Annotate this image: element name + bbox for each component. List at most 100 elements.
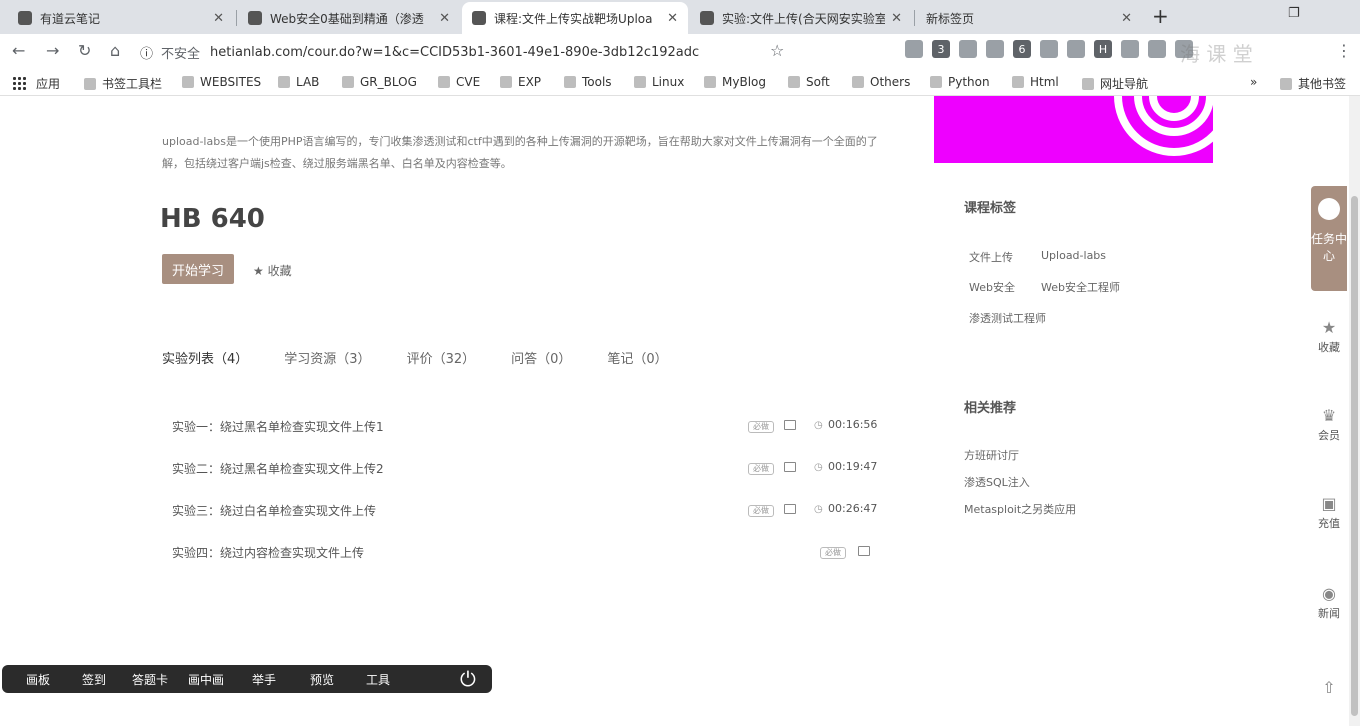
required-badge: 必做: [748, 421, 774, 433]
news-button[interactable]: ◉ 新闻: [1311, 584, 1347, 621]
close-icon[interactable]: ✕: [213, 11, 224, 26]
lab-name[interactable]: 实验二：绕过黑名单检查实现文件上传2: [172, 460, 384, 477]
favorites-button[interactable]: ★ 收藏: [1311, 318, 1347, 355]
task-center-button[interactable]: 任务中心: [1311, 186, 1347, 291]
other-bookmarks[interactable]: 其他书签: [1280, 75, 1346, 92]
restore-window-icon[interactable]: ❐: [1288, 6, 1300, 21]
scroll-thumb[interactable]: [1351, 196, 1358, 716]
bookmark-item[interactable]: Soft: [788, 75, 830, 89]
bookmarks-more-button[interactable]: »: [1250, 75, 1257, 89]
extension-icon[interactable]: [959, 40, 977, 58]
list-item[interactable]: 实验三：绕过白名单检查实现文件上传 必做 ◷ 00:26:47: [172, 502, 882, 544]
tab-lab-upload[interactable]: 实验:文件上传(合天网安实验室 ✕: [690, 2, 912, 34]
bookmark-item[interactable]: 网址导航: [1082, 75, 1148, 92]
lab-duration: 00:16:56: [828, 418, 878, 431]
raise-hand-button[interactable]: 举手: [252, 671, 276, 688]
close-icon[interactable]: ✕: [439, 11, 450, 26]
info-icon[interactable]: ⓘ: [140, 43, 153, 62]
tag-link[interactable]: Web安全: [969, 279, 1015, 295]
tab-lab-list[interactable]: 实验列表（4）: [162, 348, 248, 367]
extension-icon[interactable]: [986, 40, 1004, 58]
extension-icon[interactable]: [1121, 40, 1139, 58]
member-button[interactable]: ♛ 会员: [1311, 406, 1347, 443]
home-icon[interactable]: ⌂: [110, 41, 120, 60]
close-icon[interactable]: ✕: [667, 11, 678, 26]
menu-icon[interactable]: ⋮: [1336, 41, 1352, 60]
bookmark-item[interactable]: 应用: [36, 75, 60, 92]
bookmark-item[interactable]: Tools: [564, 75, 612, 89]
power-icon[interactable]: ⏻: [460, 667, 476, 691]
bookmark-item[interactable]: EXP: [500, 75, 541, 89]
bookmark-item[interactable]: 书签工具栏: [84, 75, 162, 92]
whiteboard-button[interactable]: 画板: [26, 671, 50, 688]
required-badge: 必做: [748, 505, 774, 517]
forward-icon[interactable]: →: [46, 41, 59, 60]
tag-link[interactable]: Upload-labs: [1041, 249, 1106, 262]
wallet-icon: ▣: [1321, 494, 1337, 513]
bookmark-item[interactable]: GR_BLOG: [342, 75, 417, 89]
extension-icon[interactable]: [905, 40, 923, 58]
tab-new-tab[interactable]: 新标签页 ✕: [916, 2, 1142, 34]
back-icon[interactable]: ←: [12, 41, 25, 60]
answer-card-button[interactable]: 答题卡: [132, 671, 168, 688]
pip-button[interactable]: 画中画: [188, 671, 224, 688]
tab-youdao-notes[interactable]: 有道云笔记 ✕: [8, 2, 234, 34]
close-icon[interactable]: ✕: [891, 11, 902, 26]
bookmark-item[interactable]: CVE: [438, 75, 480, 89]
shield-favicon-icon: [248, 11, 262, 25]
new-tab-button[interactable]: +: [1152, 4, 1169, 28]
extension-badge-icon[interactable]: 3: [932, 40, 950, 58]
tab-resources[interactable]: 学习资源（3）: [284, 348, 370, 367]
course-description: upload-labs是一个使用PHP语言编写的，专门收集渗透测试和ctf中遇到…: [162, 135, 878, 170]
bookmark-item[interactable]: MyBlog: [704, 75, 766, 89]
lab-name[interactable]: 实验三：绕过白名单检查实现文件上传: [172, 502, 376, 519]
tab-reviews[interactable]: 评价（32）: [407, 348, 476, 367]
bookmark-item[interactable]: WEBSITES: [182, 75, 261, 89]
scrollbar[interactable]: [1349, 96, 1360, 726]
tab-web-security[interactable]: Web安全0基础到精通（渗透 ✕: [238, 2, 460, 34]
preview-button[interactable]: 预览: [310, 671, 334, 688]
favorite-link[interactable]: ★ 收藏: [253, 262, 292, 279]
tab-notes[interactable]: 笔记（0）: [607, 348, 667, 367]
extension-badge-icon[interactable]: 6: [1013, 40, 1031, 58]
recommend-link[interactable]: 方班研讨厅: [964, 447, 1019, 463]
bookmark-item[interactable]: Html: [1012, 75, 1059, 89]
close-icon[interactable]: ✕: [1121, 11, 1132, 26]
promo-banner[interactable]: [934, 96, 1213, 163]
tag-link[interactable]: 文件上传: [969, 249, 1013, 265]
start-learning-button[interactable]: 开始学习: [162, 254, 234, 284]
lab-name[interactable]: 实验一：绕过黑名单检查实现文件上传1: [172, 418, 384, 435]
apps-grid-icon[interactable]: [12, 76, 26, 90]
list-item[interactable]: 实验二：绕过黑名单检查实现文件上传2 必做 ◷ 00:19:47: [172, 460, 882, 502]
tab-course-upload[interactable]: 课程:文件上传实战靶场Uploa ✕: [462, 2, 688, 34]
tab-qa[interactable]: 问答（0）: [511, 348, 571, 367]
list-item[interactable]: 实验四：绕过内容检查实现文件上传 必做: [172, 544, 882, 586]
list-item[interactable]: 实验一：绕过黑名单检查实现文件上传1 必做 ◷ 00:16:56: [172, 418, 882, 460]
bookmark-item[interactable]: LAB: [278, 75, 319, 89]
bookmark-item[interactable]: Others: [852, 75, 910, 89]
address-bar[interactable]: ⓘ 不安全 hetianlab.com/cour.do?w=1&c=CCID53…: [140, 38, 900, 66]
checkin-button[interactable]: 签到: [82, 671, 106, 688]
tab-title: 有道云笔记: [40, 11, 101, 26]
back-to-top-button[interactable]: ⇧: [1311, 678, 1347, 699]
bookmark-item[interactable]: Python: [930, 75, 990, 89]
url-text[interactable]: hetianlab.com/cour.do?w=1&c=CCID53b1-360…: [210, 45, 699, 60]
tools-button[interactable]: 工具: [366, 671, 390, 688]
folder-icon: [930, 76, 942, 88]
tag-link[interactable]: 渗透测试工程师: [969, 310, 1046, 326]
recharge-button[interactable]: ▣ 充值: [1311, 494, 1347, 531]
monitor-icon: [858, 546, 870, 556]
folder-icon: [1280, 77, 1292, 90]
bookmark-star-icon[interactable]: ☆: [770, 41, 784, 60]
monitor-icon: [784, 420, 796, 430]
extension-icon[interactable]: [1148, 40, 1166, 58]
extension-icon[interactable]: [1040, 40, 1058, 58]
tag-link[interactable]: Web安全工程师: [1041, 279, 1120, 295]
recommend-link[interactable]: 渗透SQL注入: [964, 474, 1030, 490]
recommend-link[interactable]: Metasploit之另类应用: [964, 501, 1076, 517]
extension-icon[interactable]: [1067, 40, 1085, 58]
bookmark-item[interactable]: Linux: [634, 75, 684, 89]
extension-h-icon[interactable]: H: [1094, 40, 1112, 58]
lab-name[interactable]: 实验四：绕过内容检查实现文件上传: [172, 544, 364, 561]
reload-icon[interactable]: ↻: [78, 41, 91, 60]
